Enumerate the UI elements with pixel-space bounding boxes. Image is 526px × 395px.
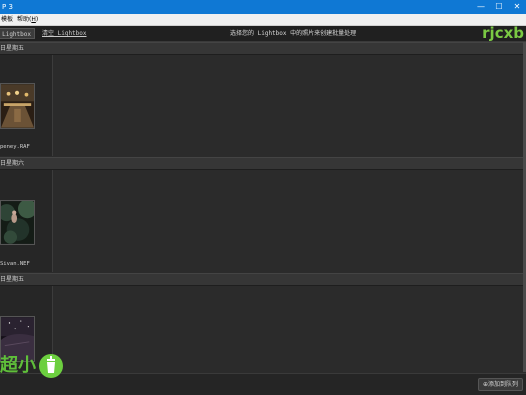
watermark: 超小 bbox=[0, 352, 63, 380]
menu-help-suffix: ) bbox=[35, 16, 39, 23]
cup-icon bbox=[39, 354, 63, 378]
menu-bar: 模板 帮助(H) bbox=[0, 14, 526, 26]
date-group-body: Sivan.NEF bbox=[0, 170, 526, 272]
date-group-label: 日星期五 bbox=[0, 276, 25, 283]
date-group-header[interactable]: 日星期五 bbox=[0, 42, 526, 55]
thumbnail-pane: peney.RAF bbox=[0, 55, 53, 156]
date-group-header[interactable]: 日星期六 bbox=[0, 157, 526, 170]
lightbox-tab[interactable]: Lightbox bbox=[0, 28, 35, 39]
minimize-button[interactable]: — bbox=[472, 0, 490, 14]
photo-filename: Sivan.NEF bbox=[0, 261, 30, 267]
close-button[interactable]: ✕ bbox=[508, 0, 526, 14]
date-group-label: 日星期五 bbox=[0, 45, 25, 52]
clear-lightbox-link[interactable]: 清空 Lightbox bbox=[42, 26, 87, 41]
date-group-body bbox=[0, 286, 526, 373]
thumbnail-pane: Sivan.NEF bbox=[0, 170, 53, 272]
date-group-header[interactable]: 日星期五 bbox=[0, 273, 526, 286]
title-bar: P 3 — ☐ ✕ bbox=[0, 0, 526, 14]
date-group-label: 日星期六 bbox=[0, 160, 25, 167]
window-title: P 3 bbox=[2, 3, 13, 11]
photo-filename: peney.RAF bbox=[0, 144, 30, 150]
lightbox-hint: 选择您的 Lightbox 中的照片来创建批量处理 bbox=[230, 30, 357, 37]
bottom-bar: ⊕添加到队列 bbox=[0, 373, 526, 395]
lightbox-toolbar: Lightbox 清空 Lightbox 选择您的 Lightbox 中的照片来… bbox=[0, 26, 526, 42]
window-controls: — ☐ ✕ bbox=[472, 0, 526, 14]
date-group-body: peney.RAF bbox=[0, 55, 526, 156]
add-to-queue-label: ⊕添加到队列 bbox=[482, 381, 518, 388]
add-to-queue-button[interactable]: ⊕添加到队列 bbox=[477, 378, 523, 391]
brand-logo: rjcxb bbox=[482, 24, 524, 42]
menu-template[interactable]: 模板 bbox=[1, 14, 13, 25]
menu-help-label: 帮助( bbox=[17, 16, 32, 23]
maximize-button[interactable]: ☐ bbox=[490, 0, 508, 14]
menu-help[interactable]: 帮助(H) bbox=[17, 14, 38, 25]
photo-thumbnail[interactable] bbox=[0, 83, 35, 129]
watermark-text: 超小 bbox=[0, 355, 36, 376]
photo-thumbnail[interactable] bbox=[0, 200, 35, 245]
